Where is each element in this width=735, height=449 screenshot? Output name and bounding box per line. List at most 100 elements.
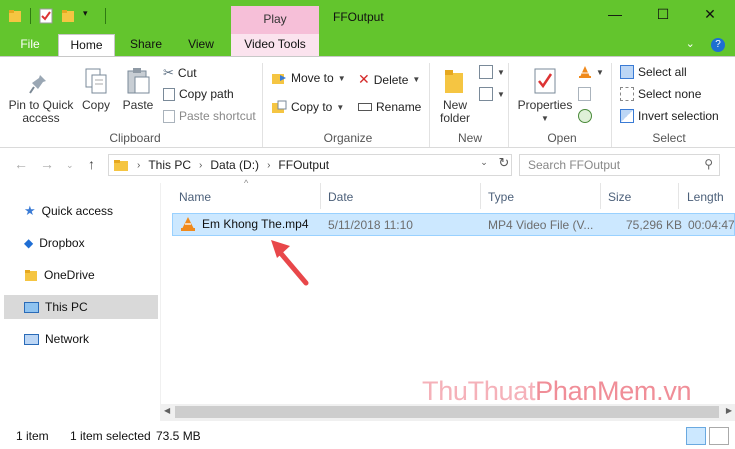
pin-icon [29,71,46,94]
window-title: FFOutput [333,10,384,24]
copy-to-icon [272,100,287,113]
copy-path-button[interactable]: Copy path [163,87,234,101]
scrollbar-thumb[interactable] [175,406,719,418]
divider [600,183,601,209]
divider [160,183,161,421]
pin-to-quick-access-button[interactable]: Pin to Quick access [6,67,76,125]
select-all-icon [620,65,634,79]
new-folder-icon[interactable] [61,8,75,24]
status-size: 73.5 MB [156,429,201,443]
file-size: 75,296 KB [626,218,683,232]
quick-access-toolbar: ▾ [8,8,106,24]
cut-button[interactable]: ✂ Cut [163,65,197,81]
new-item-icon [479,65,493,79]
minimize-button[interactable]: — [600,6,630,22]
dropbox-icon: ◆ [24,236,34,250]
move-to-label: Move to [291,71,334,85]
folder-icon [114,160,128,171]
divider [320,183,321,209]
context-tab-play: Play [231,6,319,34]
select-none-button[interactable]: Select none [620,87,701,101]
file-name-cell: Em Khong The.mp4 [180,216,309,232]
scroll-right-icon[interactable]: ▶ [726,406,732,415]
up-arrow-icon[interactable]: ↑ [88,156,95,172]
breadcrumb-ffoutput[interactable]: FFOutput [278,158,329,172]
easy-access-button[interactable]: ▼ [479,87,505,101]
watermark-part3: .vn [656,376,692,406]
file-row[interactable]: Em Khong The.mp4 5/11/2018 11:10 MP4 Vid… [172,213,735,236]
large-icons-view-icon[interactable] [709,427,729,445]
group-divider [429,63,430,147]
easy-access-icon [479,87,493,101]
group-label-open: Open [547,131,577,145]
open-with-button[interactable]: ▼ [578,65,604,79]
column-header-size[interactable]: Size [608,190,631,204]
tab-share[interactable]: Share [120,34,172,56]
delete-button[interactable]: ✕ Delete ▼ [358,71,420,88]
copy-button[interactable]: Copy [78,67,114,112]
tab-video-tools[interactable]: Video Tools [231,34,319,56]
nav-item-label: Quick access [41,204,114,218]
nav-item-network[interactable]: Network [4,327,158,351]
horizontal-scrollbar[interactable]: ◀ ▶ [161,404,735,421]
refresh-icon[interactable]: ↻ [494,155,514,171]
tab-file[interactable]: File [8,34,52,56]
customize-qat-icon[interactable]: ▾ [83,8,97,24]
properties-label: Properties [517,98,573,112]
breadcrumb-this-pc[interactable]: This PC [148,158,191,172]
copy-to-button[interactable]: Copy to ▼ [271,100,344,114]
chevron-down-icon: ▼ [541,114,549,123]
history-button[interactable] [578,109,592,123]
close-button[interactable]: ✕ [695,6,725,23]
search-input[interactable]: Search FFOutput ⚲ [519,154,720,176]
help-icon[interactable]: ? [711,38,725,52]
nav-item-quick-access[interactable]: ★ Quick access [4,199,158,223]
nav-item-this-pc[interactable]: This PC [4,295,158,319]
new-item-button[interactable]: ▼ [479,65,505,79]
recent-locations-icon[interactable]: ⌄ [66,160,74,171]
expand-ribbon-icon[interactable]: ⌄ [686,38,695,50]
divider [30,8,31,24]
address-bar[interactable]: › This PC › Data (D:) › FFOutput [108,154,512,176]
nav-item-onedrive[interactable]: OneDrive [4,263,158,287]
select-all-button[interactable]: Select all [620,65,687,79]
watermark-part2: PhanMem [535,376,657,406]
new-folder-button[interactable]: New folder [435,67,475,125]
address-dropdown-icon[interactable]: ⌄ [474,157,494,168]
column-header-type[interactable]: Type [488,190,514,204]
invert-selection-button[interactable]: Invert selection [620,109,719,123]
divider [105,8,106,24]
column-header-length[interactable]: Length [687,190,724,204]
paste-shortcut-button[interactable]: Paste shortcut [163,109,256,123]
copy-path-icon [163,87,175,101]
vlc-cone-icon [579,66,591,78]
tab-home[interactable]: Home [58,34,115,56]
new-folder-label: New folder [439,98,471,125]
move-to-button[interactable]: Move to ▼ [271,71,346,85]
breadcrumb-data-d[interactable]: Data (D:) [210,158,259,172]
forward-arrow-icon[interactable]: → [40,156,54,172]
move-to-icon [272,74,286,84]
search-icon: ⚲ [704,157,713,171]
properties-check-icon[interactable] [39,8,53,24]
column-header-name[interactable]: Name [179,190,211,204]
column-header-date[interactable]: Date [328,190,353,204]
ribbon: Pin to Quick access Copy Paste ✂ Cut Cop… [0,56,735,148]
edit-button[interactable] [578,87,591,101]
scroll-left-icon[interactable]: ◀ [164,406,170,415]
invert-selection-label: Invert selection [638,109,719,123]
nav-item-dropbox[interactable]: ◆ Dropbox [4,231,158,255]
properties-button[interactable]: Properties ▼ [515,67,575,125]
paste-button[interactable]: Paste [118,67,158,112]
file-type: MP4 Video File (V... [488,218,594,232]
rename-button[interactable]: Rename [358,100,421,114]
tab-view[interactable]: View [176,34,226,56]
back-arrow-icon[interactable]: ← [14,156,28,172]
status-item-count: 1 item [16,429,49,443]
details-view-icon[interactable] [686,427,706,445]
divider [678,183,679,209]
maximize-button[interactable]: ☐ [648,6,678,23]
rename-icon [358,103,372,111]
chevron-down-icon: ▼ [337,73,346,83]
select-none-label: Select none [638,87,702,101]
